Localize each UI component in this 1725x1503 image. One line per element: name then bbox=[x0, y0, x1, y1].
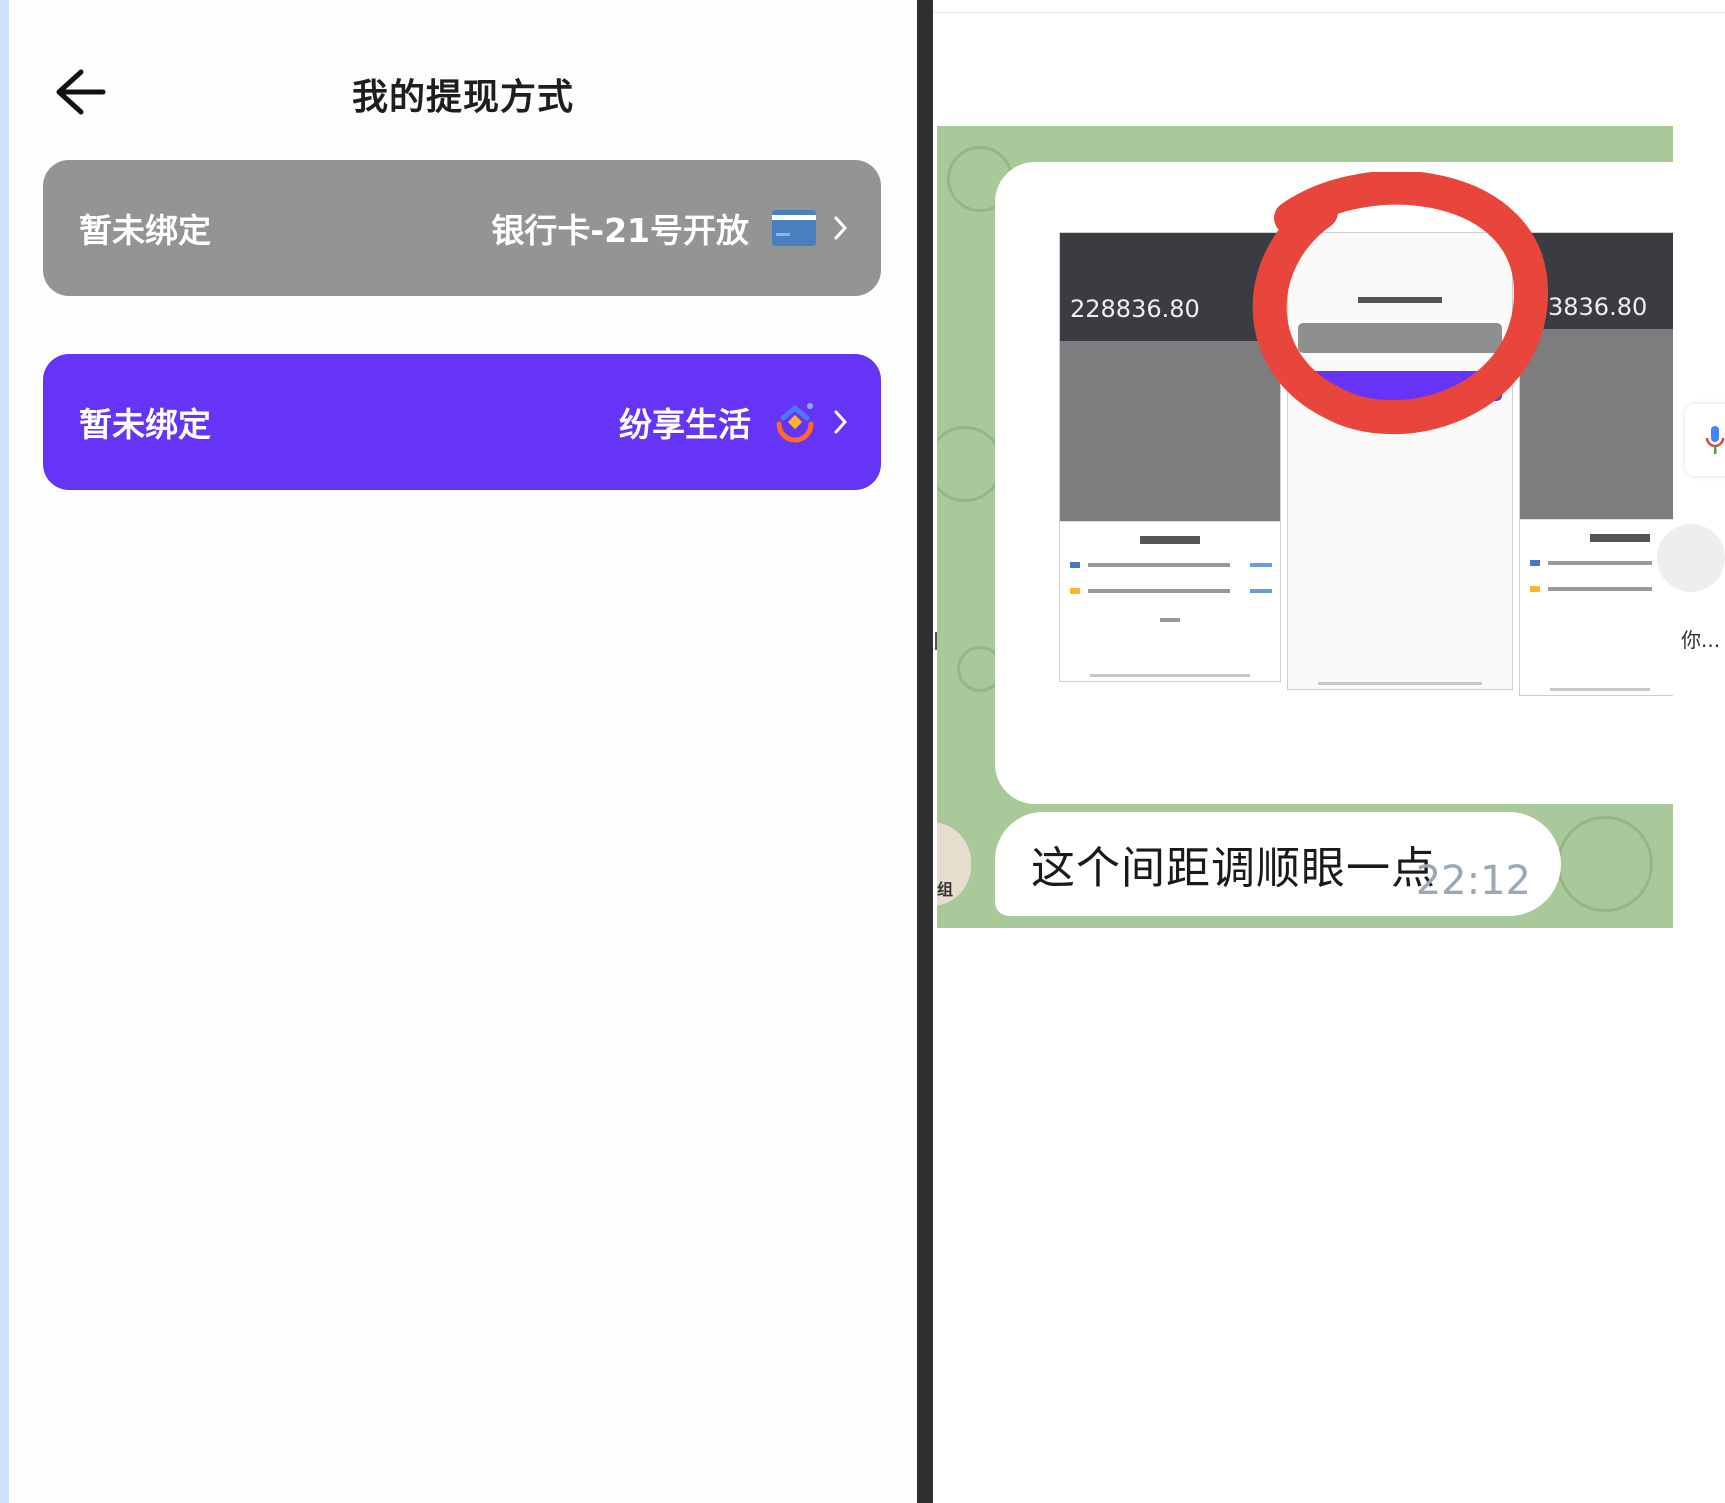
balance-amount: 3836.80 bbox=[1548, 293, 1648, 321]
withdraw-method-fenxiang[interactable]: 暂未绑定 纷享生活 bbox=[43, 354, 881, 490]
chevron-right-icon bbox=[833, 214, 849, 242]
image-message[interactable]: 228836.80 3836.80 bbox=[995, 162, 1673, 804]
scroll-button[interactable] bbox=[1657, 524, 1725, 592]
phone-screen: ▔▔▔▔ 我的提现方式 暂未绑定 银行卡-21号开放 暂未绑定 纷享生活 bbox=[0, 0, 917, 1503]
avatar[interactable]: 组 bbox=[937, 822, 971, 906]
message-time: 22:12 bbox=[1415, 858, 1531, 904]
message-text: 这个间距调顺眼一点 bbox=[1031, 843, 1436, 894]
method-name: 纷享生活 bbox=[619, 405, 751, 444]
balance-amount: 228836.80 bbox=[1070, 295, 1200, 323]
voice-input-button[interactable] bbox=[1685, 404, 1725, 476]
window-divider bbox=[917, 0, 933, 1503]
page-title: 我的提现方式 bbox=[351, 77, 574, 118]
chat-background: 228836.80 3836.80 组 这个间距调顺眼一点 22:12 bbox=[937, 126, 1673, 928]
bank-card-icon bbox=[771, 209, 817, 247]
withdraw-method-bank-card[interactable]: 暂未绑定 银行卡-21号开放 bbox=[43, 160, 881, 296]
embedded-screenshot: 3836.80 bbox=[1519, 232, 1673, 696]
chat-preview-text: 你... bbox=[1681, 628, 1721, 652]
embedded-screenshot: 228836.80 bbox=[1059, 232, 1281, 682]
cursor-mark bbox=[935, 632, 937, 650]
chat-pane: 228836.80 3836.80 组 这个间距调顺眼一点 22:12 你... bbox=[933, 0, 1725, 1503]
status-bar: ▔▔▔▔ bbox=[49, 0, 129, 24]
bind-status: 暂未绑定 bbox=[79, 211, 211, 250]
embedded-screenshot bbox=[1287, 232, 1513, 690]
microphone-icon bbox=[1705, 426, 1725, 454]
bind-status: 暂未绑定 bbox=[79, 405, 211, 444]
chevron-right-icon bbox=[833, 408, 849, 436]
text-message[interactable]: 这个间距调顺眼一点 22:12 bbox=[995, 812, 1561, 916]
header-divider bbox=[933, 12, 1725, 13]
method-name: 银行卡-21号开放 bbox=[491, 211, 749, 250]
fenxiang-logo-icon bbox=[773, 400, 817, 444]
